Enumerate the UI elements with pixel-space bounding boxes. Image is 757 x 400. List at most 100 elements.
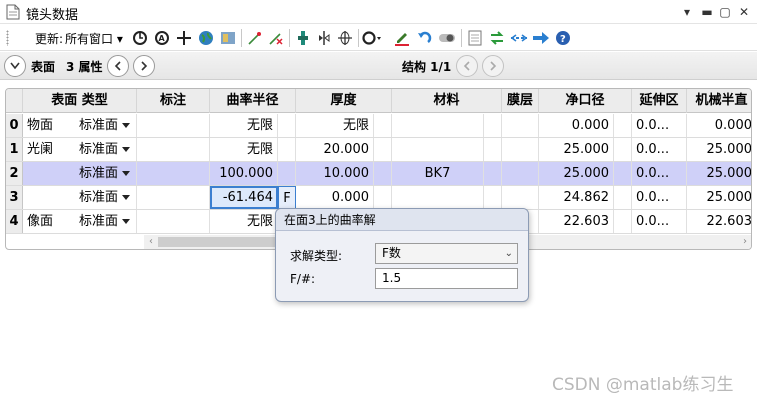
arrow-right-icon[interactable] xyxy=(531,28,551,48)
close-button[interactable]: ✕ xyxy=(735,4,753,20)
chip-zone-cell[interactable]: 0.0... xyxy=(632,210,687,233)
layout-icon[interactable] xyxy=(218,28,238,48)
expand-button[interactable] xyxy=(4,55,26,77)
header-clear-semi-dia[interactable]: 净口径 xyxy=(539,89,632,113)
table-row[interactable]: 3 标准面 -61.464 F 0.000 24.862 0.0... 25.0… xyxy=(6,186,752,210)
scrollbar-thumb[interactable] xyxy=(158,237,278,247)
clear-semi-dia-cell[interactable]: 24.862 xyxy=(539,186,614,209)
surface-name[interactable] xyxy=(23,186,75,209)
header-coating[interactable]: 膜层 xyxy=(502,89,539,113)
thickness-cell[interactable]: 无限 xyxy=(296,114,374,137)
next-config-button[interactable] xyxy=(482,55,504,77)
surface-name[interactable]: 光阑 xyxy=(23,138,75,161)
clear-solve-cell[interactable] xyxy=(614,162,632,185)
surface-name[interactable]: 物面 xyxy=(23,114,75,137)
chip-zone-cell[interactable]: 0.0... xyxy=(632,186,687,209)
clear-solve-cell[interactable] xyxy=(614,210,632,233)
refresh-icon[interactable] xyxy=(130,28,150,48)
scroll-right-icon[interactable]: › xyxy=(738,235,751,249)
toggle-icon[interactable] xyxy=(437,28,457,48)
comment-cell[interactable] xyxy=(137,138,210,161)
update-dropdown[interactable]: 所有窗口 ▾ xyxy=(65,30,123,47)
header-thickness[interactable]: 厚度 xyxy=(296,89,392,113)
header-surface-type[interactable]: 表面 类型 xyxy=(23,89,137,113)
surface-type-dropdown[interactable]: 标准面 xyxy=(75,186,137,209)
clear-semi-dia-cell[interactable]: 22.603 xyxy=(539,210,614,233)
row-number[interactable]: 4 xyxy=(6,210,23,233)
undo-icon[interactable] xyxy=(414,28,434,48)
header-chip-zone[interactable]: 延伸区 xyxy=(632,89,687,113)
material-solve-cell[interactable] xyxy=(484,162,502,185)
table-row-selected[interactable]: 2 标准面 100.000 10.000 BK7 25.000 0.0... 2… xyxy=(6,162,752,186)
clear-semi-dia-cell[interactable]: 25.000 xyxy=(539,162,614,185)
comment-cell[interactable] xyxy=(137,210,210,233)
mech-semi-dia-cell[interactable]: 25.000 xyxy=(687,162,752,185)
wand-off-icon[interactable] xyxy=(266,28,286,48)
mech-semi-dia-cell[interactable]: 0.000 xyxy=(687,114,751,137)
flip-icon[interactable] xyxy=(314,28,334,48)
chip-zone-cell[interactable]: 0.0... xyxy=(632,162,687,185)
prev-surface-button[interactable] xyxy=(107,55,129,77)
radius-solve-cell[interactable] xyxy=(278,138,296,161)
thickness-cell[interactable]: 0.000 xyxy=(296,186,374,209)
material-solve-cell[interactable] xyxy=(484,138,502,161)
material-solve-cell[interactable] xyxy=(484,186,502,209)
radius-cell[interactable]: 无限 xyxy=(210,138,278,161)
axis-icon[interactable] xyxy=(335,28,355,48)
lens-wand-icon[interactable] xyxy=(245,28,265,48)
prev-config-button[interactable] xyxy=(456,55,478,77)
auto-refresh-icon[interactable]: A xyxy=(152,28,172,48)
thickness-solve-cell[interactable] xyxy=(374,186,392,209)
material-cell[interactable] xyxy=(392,138,484,161)
header-mech-semi-dia[interactable]: 机械半直 xyxy=(687,89,751,113)
mech-semi-dia-cell[interactable]: 22.603 xyxy=(687,210,752,233)
surface-type-dropdown[interactable]: 标准面 xyxy=(75,162,137,185)
pen-ok-icon[interactable] xyxy=(392,28,412,48)
maximize-button[interactable]: ▢ xyxy=(716,4,734,20)
header-material[interactable]: 材料 xyxy=(392,89,502,113)
chip-zone-cell[interactable]: 0.0... xyxy=(632,138,687,161)
mech-semi-dia-cell[interactable]: 25.000 xyxy=(687,138,752,161)
thickness-cell[interactable]: 10.000 xyxy=(296,162,374,185)
material-solve-cell[interactable] xyxy=(484,114,502,137)
coating-cell[interactable] xyxy=(502,186,539,209)
row-number[interactable]: 0 xyxy=(6,114,23,137)
next-surface-button[interactable] xyxy=(133,55,155,77)
ring-icon[interactable] xyxy=(362,28,382,48)
fnum-input[interactable]: 1.5 xyxy=(375,268,518,289)
solve-type-select[interactable]: F数 ⌄ xyxy=(375,243,518,264)
arrows-swap-icon[interactable] xyxy=(487,28,507,48)
dots-arrow-icon[interactable] xyxy=(509,28,529,48)
chip-zone-cell[interactable]: 0.0... xyxy=(632,114,687,137)
page-icon[interactable] xyxy=(465,28,485,48)
table-row[interactable]: 0 物面 标准面 无限 无限 0.000 0.0... 0.000 xyxy=(6,114,751,138)
header-comment[interactable]: 标注 xyxy=(137,89,210,113)
clear-solve-cell[interactable] xyxy=(614,138,632,161)
radius-solve-button[interactable]: F xyxy=(278,186,296,209)
thickness-solve-cell[interactable] xyxy=(374,138,392,161)
surface-type-dropdown[interactable]: 标准面 xyxy=(75,210,137,233)
surface-type-dropdown[interactable]: 标准面 xyxy=(75,114,137,137)
comment-cell[interactable] xyxy=(137,186,210,209)
surface-name[interactable]: 像面 xyxy=(23,210,75,233)
clear-semi-dia-cell[interactable]: 25.000 xyxy=(539,138,614,161)
comment-cell[interactable] xyxy=(137,114,210,137)
thickness-solve-cell[interactable] xyxy=(374,162,392,185)
crosshair-icon[interactable] xyxy=(174,28,194,48)
material-cell[interactable]: BK7 xyxy=(392,162,484,185)
row-number[interactable]: 2 xyxy=(6,162,23,185)
clear-solve-cell[interactable] xyxy=(614,186,632,209)
row-number[interactable]: 3 xyxy=(6,186,23,209)
clear-semi-dia-cell[interactable]: 0.000 xyxy=(539,114,614,137)
table-row[interactable]: 1 光阑 标准面 无限 20.000 25.000 0.0... 25.000 xyxy=(6,138,752,162)
row-number[interactable]: 1 xyxy=(6,138,23,161)
radius-cell[interactable]: 无限 xyxy=(210,114,278,137)
radius-cell[interactable]: 100.000 xyxy=(210,162,278,185)
clear-solve-cell[interactable] xyxy=(614,114,632,137)
globe-icon[interactable] xyxy=(196,28,216,48)
mech-semi-dia-cell[interactable]: 25.000 xyxy=(687,186,752,209)
scroll-left-icon[interactable]: ‹ xyxy=(144,235,158,249)
coating-cell[interactable] xyxy=(502,138,539,161)
chevron-down-icon[interactable]: ▾ xyxy=(678,4,696,20)
material-cell[interactable] xyxy=(392,114,484,137)
